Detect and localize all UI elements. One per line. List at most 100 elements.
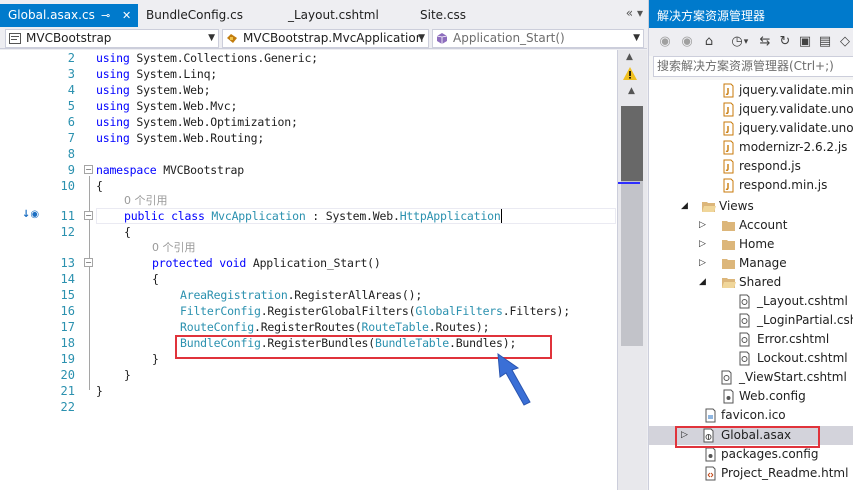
home-icon[interactable]: ⌂	[701, 34, 717, 50]
pin-icon[interactable]: ⊸	[101, 4, 110, 27]
tree-item[interactable]: respond.js	[649, 157, 853, 176]
image-file-icon	[703, 408, 718, 423]
tree-item[interactable]: jquery.validate.unobtrusive.js	[649, 100, 853, 119]
code-text: {	[96, 179, 103, 193]
code-editor[interactable]: 2 using System.Collections.Generic; 3 us…	[0, 50, 617, 490]
tree-item-label: jquery.validate.unobtrusive.js	[739, 102, 853, 116]
tab-layout-cshtml[interactable]: _Layout.cshtml	[278, 4, 408, 27]
type-dropdown-value: MVCBootstrap.MvcApplication	[243, 31, 424, 45]
show-all-files-icon[interactable]: ▤	[817, 34, 833, 50]
folder-open-icon	[721, 275, 736, 290]
expanded-arrow-icon[interactable]: ◢	[681, 199, 691, 213]
refresh-icon[interactable]: ↻	[777, 34, 793, 50]
project-dropdown[interactable]: MVCBootstrap ▼	[5, 29, 219, 48]
tree-item[interactable]: favicon.ico	[649, 406, 853, 425]
code-line: 12 {	[0, 224, 617, 240]
tree-item-account[interactable]: ▷ Account	[649, 216, 853, 235]
member-dropdown[interactable]: Application_Start() ▼	[432, 29, 644, 48]
tree-item-label: modernizr-2.6.2.js	[739, 140, 848, 154]
tree-item[interactable]: Error.cshtml	[649, 330, 853, 349]
code-text: public class MvcApplication : System.Web…	[124, 208, 509, 224]
line-number: 12	[60, 225, 75, 239]
code-line: 17 RouteConfig.RegisterRoutes(RouteTable…	[0, 319, 617, 335]
expanded-arrow-icon[interactable]: ◢	[699, 275, 709, 289]
tree-item-views[interactable]: ◢ Views	[649, 197, 853, 216]
tree-item[interactable]: Web.config	[649, 387, 853, 406]
tree-item[interactable]: modernizr-2.6.2.js	[649, 138, 853, 157]
code-line: 11 − public class MvcApplication : Syste…	[0, 208, 617, 224]
collapse-icon[interactable]: −	[84, 165, 93, 174]
chevron-down-icon: ▼	[208, 33, 215, 43]
codelens-reference-count[interactable]: 0 个引用	[152, 239, 196, 255]
folder-icon	[721, 256, 736, 271]
razor-file-icon	[719, 370, 734, 385]
tree-item-label: _Layout.cshtml	[757, 294, 848, 308]
scroll-marker-icon: ▲	[628, 86, 635, 96]
collapsed-arrow-icon[interactable]: ▷	[699, 256, 709, 270]
forward-icon[interactable]: ◉	[679, 34, 695, 50]
scrollbar-thumb[interactable]	[621, 106, 643, 181]
tree-item-shared[interactable]: ◢ Shared	[649, 273, 853, 292]
line-number: 7	[67, 131, 75, 145]
code-text: using System.Web.Mvc;	[96, 99, 238, 113]
properties-icon[interactable]: ◇	[837, 34, 853, 50]
code-line: 16 FilterConfig.RegisterGlobalFilters(Gl…	[0, 303, 617, 319]
codelens-reference-count[interactable]: 0 个引用	[124, 192, 168, 208]
chevron-down-icon: ▾	[636, 6, 643, 20]
tree-item[interactable]: _ViewStart.cshtml	[649, 368, 853, 387]
tree-item[interactable]: respond.min.js	[649, 176, 853, 195]
tree-item-label: favicon.ico	[721, 408, 786, 422]
tree-item[interactable]: Lockout.cshtml	[649, 349, 853, 368]
line-number: 5	[67, 99, 75, 113]
code-line: 14 {	[0, 271, 617, 287]
collapsed-arrow-icon[interactable]: ▷	[699, 237, 709, 251]
sync-icon[interactable]: ⇆	[757, 34, 773, 50]
tree-item[interactable]: _Layout.cshtml	[649, 292, 853, 311]
back-icon[interactable]: ◉	[657, 34, 673, 50]
tab-overflow-button[interactable]: « ▾	[613, 6, 643, 24]
code-line: 7 using System.Web.Routing;	[0, 130, 617, 146]
html-file-icon	[703, 466, 718, 481]
razor-file-icon	[737, 313, 752, 328]
line-number: 4	[67, 83, 75, 97]
line-number: 16	[60, 304, 75, 318]
collapsed-arrow-icon[interactable]: ▷	[699, 218, 709, 232]
caret-position-marker	[618, 182, 640, 184]
collapse-all-icon[interactable]: ▣	[797, 34, 813, 50]
tab-site-css[interactable]: Site.css	[410, 4, 510, 27]
tab-global-asax-cs[interactable]: Global.asax.cs ⊸ ✕	[0, 4, 138, 27]
code-text: AreaRegistration.RegisterAllAreas();	[180, 288, 423, 302]
code-text: }	[124, 368, 131, 382]
js-file-icon	[721, 102, 736, 117]
type-dropdown[interactable]: MVCBootstrap.MvcApplication ▼	[222, 29, 429, 48]
scroll-up-icon[interactable]: ▲	[626, 52, 633, 62]
code-text: using System.Web.Optimization;	[96, 115, 298, 129]
tree-item-home[interactable]: ▷ Home	[649, 235, 853, 254]
chevron-down-icon[interactable]: ▾	[741, 34, 751, 50]
tab-label: Global.asax.cs	[8, 8, 95, 22]
solution-tree: jquery.validate.min.js jquery.validate.u…	[649, 80, 853, 490]
tree-item[interactable]: jquery.validate.unobtrusive.min.js	[649, 119, 853, 138]
line-number: 9	[67, 163, 75, 177]
editor-vertical-scrollbar[interactable]: ▲ ▲	[617, 50, 647, 490]
close-icon[interactable]: ✕	[122, 4, 131, 27]
line-number: 13	[60, 256, 75, 270]
config-file-icon	[721, 389, 736, 404]
tree-item[interactable]: _LoginPartial.cshtml	[649, 311, 853, 330]
solution-explorer-search-input[interactable]: 搜索解决方案资源管理器(Ctrl+;)	[653, 56, 853, 77]
tree-item-label: Home	[739, 237, 775, 251]
panel-title: 解决方案资源管理器	[649, 0, 853, 28]
collapse-icon[interactable]: −	[84, 258, 93, 267]
line-number: 10	[60, 179, 75, 193]
collapse-icon[interactable]: −	[84, 211, 93, 220]
scroll-left-icon: «	[625, 6, 634, 20]
tree-item[interactable]: jquery.validate.min.js	[649, 81, 853, 100]
tree-item-label: jquery.validate.unobtrusive.min.js	[739, 121, 853, 135]
tree-item[interactable]: Project_Readme.html	[649, 464, 853, 483]
code-text: }	[152, 352, 159, 366]
tab-bundleconfig-cs[interactable]: BundleConfig.cs	[138, 4, 278, 27]
method-icon	[436, 33, 448, 44]
chevron-down-icon: ▼	[418, 33, 425, 43]
annotation-arrow-icon	[497, 352, 531, 406]
tree-item-manage[interactable]: ▷ Manage	[649, 254, 853, 273]
